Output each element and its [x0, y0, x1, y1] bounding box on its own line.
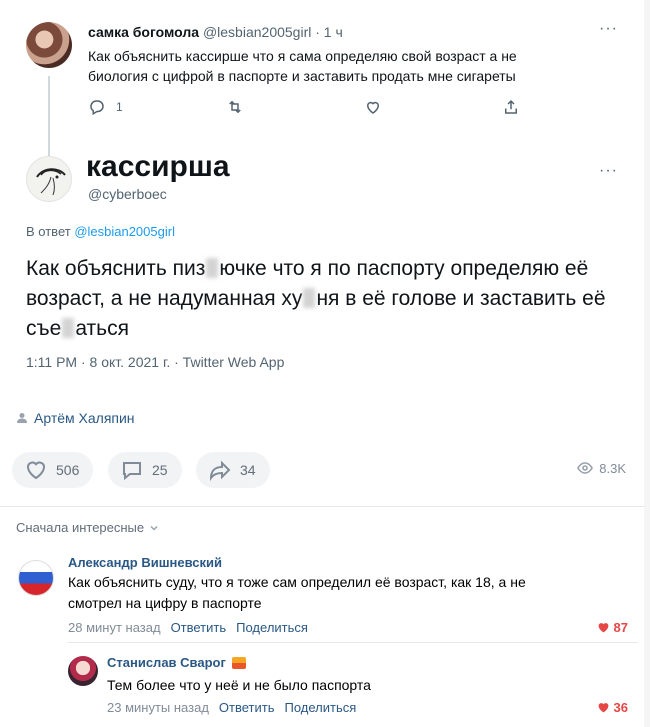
divider — [0, 506, 650, 507]
reply-link[interactable]: Ответить — [219, 700, 275, 715]
heart-filled-icon — [598, 703, 608, 713]
comment-reply-item: Станислав Сварог Тем более что у неё и н… — [0, 650, 650, 727]
chevron-down-icon — [150, 525, 158, 531]
heart-filled-icon — [598, 623, 608, 633]
censor-blur — [62, 318, 75, 338]
comment-author[interactable]: Станислав Сварог — [107, 655, 246, 670]
comment-meta: 28 минут назад Ответить Поделиться — [68, 620, 308, 635]
retweet-icon — [229, 100, 241, 114]
tweet-like-action — [364, 98, 382, 116]
scrollbar[interactable] — [644, 0, 650, 727]
sort-label: Сначала интересные — [16, 520, 145, 535]
heart-outline-icon — [26, 461, 46, 480]
tweet-text: Как объяснить пиз ючке что я по паспорту … — [26, 254, 616, 344]
like-button[interactable]: 506 — [12, 452, 94, 488]
tweet-retweet-action — [226, 98, 244, 116]
comment-like-button[interactable]: 36 — [597, 700, 628, 715]
tweet-screenshot-image[interactable]: самка богомола @lesbian2005girl · 1 ч ··… — [0, 0, 650, 392]
tweet-reply-action: 1 — [88, 98, 123, 116]
post-actions: 506 25 34 8.3K — [12, 452, 638, 488]
post-author-name: Артём Халяпин — [34, 410, 135, 426]
heart-outline-icon — [366, 101, 380, 114]
comment-button[interactable]: 25 — [108, 452, 182, 488]
comment-count: 25 — [152, 462, 168, 478]
thread-line — [48, 76, 50, 156]
replying-to: В ответ @lesbian2005girl — [26, 224, 175, 239]
like-count: 506 — [56, 462, 80, 478]
more-icon: ··· — [599, 162, 618, 179]
replying-to-handle: @lesbian2005girl — [74, 224, 175, 239]
tweet-actions: 1 — [88, 98, 528, 118]
post-author[interactable]: Артём Халяпин — [16, 410, 135, 426]
comment-time[interactable]: 28 минут назад — [68, 620, 161, 635]
tweet-text-part: аться — [75, 317, 129, 340]
tweet-author-name: самка богомола — [88, 24, 200, 40]
reply-link[interactable]: Ответить — [171, 620, 227, 635]
comment-text: Тем более что у неё и не было паспорта — [107, 677, 371, 693]
sunset-emoji-icon — [231, 656, 246, 669]
tweet-author-handle: @lesbian2005girl · 1 ч — [199, 24, 343, 40]
share-arrow-icon — [209, 460, 231, 482]
tweet-author-row: самка богомола @lesbian2005girl · 1 ч — [88, 24, 343, 40]
comment-text: Как объяснить суду, что я тоже сам опред… — [68, 574, 526, 611]
tweet-text-part: Как объяснить пиз — [26, 257, 206, 280]
tweet-avatar-girl — [26, 22, 72, 68]
tweet-author-name: кассирша — [86, 150, 230, 183]
comment-meta: 23 минуты назад Ответить Поделиться — [107, 700, 356, 715]
comment-author[interactable]: Александр Вишневский — [68, 555, 222, 570]
share-link[interactable]: Поделиться — [236, 620, 308, 635]
comment-author-name: Станислав Сварог — [107, 655, 226, 670]
tweet-reply-count: 1 — [116, 100, 123, 114]
sketch-bird-icon — [36, 168, 66, 196]
comment-item: Александр Вишневский Как объяснить суду,… — [0, 548, 650, 638]
tweet-meta: 1:11 PM · 8 окт. 2021 г. · Twitter Web A… — [26, 354, 285, 370]
views-counter: 8.3K — [577, 460, 626, 476]
comment-like-count: 87 — [613, 620, 628, 635]
person-icon — [17, 413, 27, 423]
avatar[interactable] — [68, 656, 98, 686]
share-button[interactable]: 34 — [196, 452, 270, 488]
views-count: 8.3K — [599, 460, 626, 476]
reply-bubble-icon — [90, 100, 104, 116]
comment-bubble-icon — [123, 462, 141, 481]
tweet-author-handle: @cyberboec — [88, 186, 167, 202]
comment-like-button[interactable]: 87 — [597, 620, 628, 635]
eye-icon — [577, 462, 594, 474]
tweet-avatar-sketch — [26, 156, 72, 202]
share-link[interactable]: Поделиться — [284, 700, 356, 715]
tweet-text: Как объяснить кассирше что я сама опреде… — [88, 48, 517, 84]
share-count: 34 — [240, 462, 256, 478]
comment-like-count: 36 — [613, 700, 628, 715]
tweet-share-action — [502, 98, 520, 116]
censor-blur — [303, 288, 316, 308]
avatar[interactable] — [18, 560, 54, 596]
censor-blur — [206, 258, 219, 278]
replying-prefix: В ответ — [26, 224, 75, 239]
comment-divider — [68, 642, 638, 643]
comments-sort-dropdown[interactable]: Сначала интересные — [16, 520, 159, 535]
comment-time[interactable]: 23 минуты назад — [107, 700, 209, 715]
more-icon: ··· — [599, 20, 618, 37]
share-upload-icon — [505, 99, 517, 114]
